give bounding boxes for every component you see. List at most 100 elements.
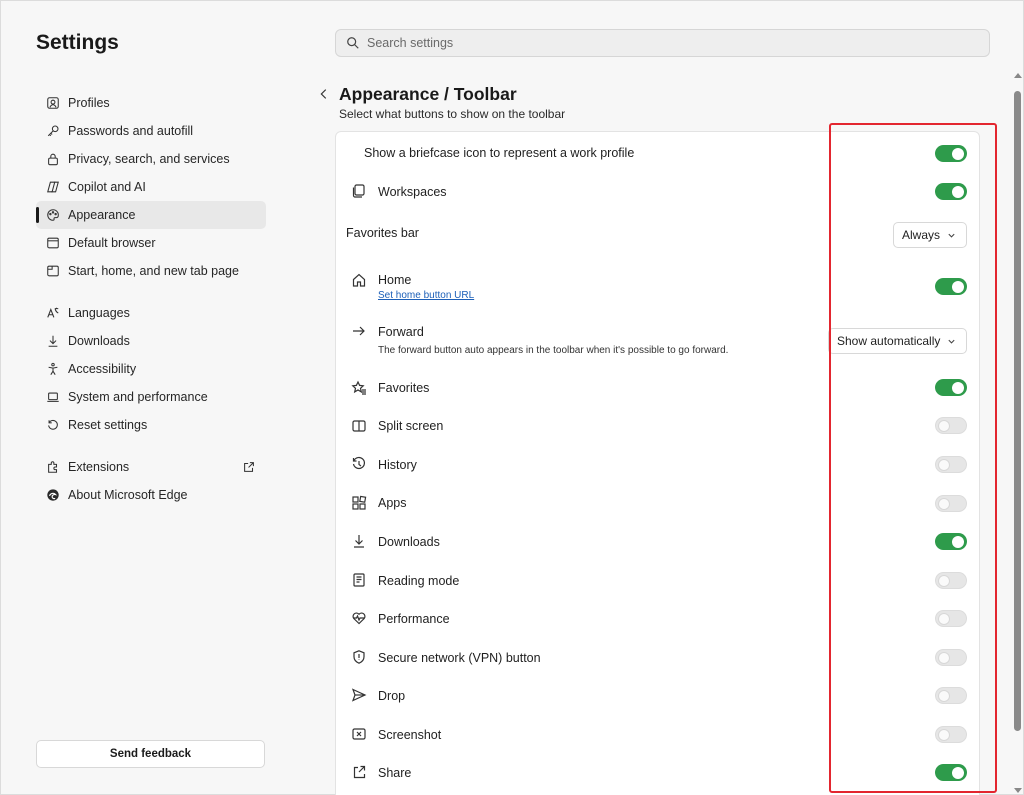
sidebar-item-start-home[interactable]: Start, home, and new tab page [36,257,266,285]
setting-row-favorites-bar: Favorites bar Always [336,210,981,267]
setting-label: Show a briefcase icon to represent a wor… [364,146,635,160]
setting-label: Downloads [378,535,440,549]
set-home-url-link[interactable]: Set home button URL [378,290,474,301]
apps-icon [351,495,367,511]
history-icon [351,456,367,472]
drop-toggle[interactable] [935,687,967,704]
split-screen-toggle[interactable] [935,417,967,434]
sidebar-item-downloads[interactable]: Downloads [36,327,266,355]
downloads-toggle[interactable] [935,533,967,550]
performance-heart-icon [351,610,367,626]
sidebar-item-profiles[interactable]: Profiles [36,89,266,117]
home-toggle[interactable] [935,278,967,295]
setting-label: Favorites bar [346,226,419,240]
main-scrollbar[interactable] [1013,73,1023,795]
sidebar-item-about[interactable]: About Microsoft Edge [36,481,266,509]
back-chevron-icon[interactable] [317,87,331,101]
setting-row-home: Home Set home button URL [336,267,981,317]
sidebar-item-passwords[interactable]: Passwords and autofill [36,117,266,145]
sidebar-nav: Profiles Passwords and autofill Privacy,… [36,89,266,509]
setting-row-downloads: Downloads [336,523,981,561]
setting-label: Performance [378,612,450,626]
setting-row-reading-mode: Reading mode [336,561,981,600]
vpn-toggle[interactable] [935,649,967,666]
setting-label: Secure network (VPN) button [378,651,541,665]
browser-icon [46,236,60,250]
sidebar-item-label: Extensions [68,460,130,474]
scroll-up-arrow-icon[interactable] [1014,73,1022,78]
sidebar-item-privacy[interactable]: Privacy, search, and services [36,145,266,173]
workspaces-toggle[interactable] [935,183,967,200]
briefcase-toggle[interactable] [935,145,967,162]
setting-label: Screenshot [378,728,442,742]
sidebar-item-copilot[interactable]: Copilot and AI [36,173,266,201]
setting-row-briefcase: Show a briefcase icon to represent a wor… [336,132,981,172]
performance-toggle[interactable] [935,610,967,627]
palette-icon [46,208,60,222]
search-icon [347,37,359,49]
setting-row-apps: Apps [336,484,981,523]
send-feedback-button[interactable]: Send feedback [36,740,265,768]
setting-row-share: Share [336,754,981,794]
sidebar-item-label: Reset settings [68,418,148,432]
select-value: Always [902,228,941,242]
setting-label: Share [378,766,412,780]
search-input[interactable]: Search settings [335,29,990,57]
sidebar-item-accessibility[interactable]: Accessibility [36,355,266,383]
scrollbar-thumb[interactable] [1014,91,1021,731]
copilot-icon [46,180,60,194]
reading-mode-toggle[interactable] [935,572,967,589]
sidebar-item-system[interactable]: System and performance [36,383,266,411]
page-title: Appearance / Toolbar [339,84,517,104]
sidebar-item-label: Passwords and autofill [68,124,194,138]
shield-icon [351,649,367,665]
setting-label: Split screen [378,419,444,433]
sidebar-item-label: Languages [68,306,130,320]
setting-row-vpn: Secure network (VPN) button [336,638,981,677]
setting-label: Drop [378,689,406,703]
setting-row-screenshot: Screenshot [336,715,981,754]
favorites-toggle[interactable] [935,379,967,396]
setting-row-history: History [336,446,981,484]
screenshot-toggle[interactable] [935,726,967,743]
setting-label: Forward [378,325,424,339]
lock-icon [46,152,60,166]
sidebar-item-label: About Microsoft Edge [68,488,188,502]
search-placeholder: Search settings [367,36,454,50]
setting-row-drop: Drop [336,677,981,715]
settings-window: Settings Profiles Passwords and autofill… [0,0,1024,795]
reset-icon [46,418,60,432]
share-icon [351,764,367,780]
select-value: Show automatically [837,334,941,348]
sidebar-item-appearance[interactable]: Appearance [36,201,266,229]
forward-select[interactable]: Show automatically [828,328,967,354]
setting-label: Home [378,273,412,287]
split-screen-icon [351,418,367,434]
sidebar-item-label: Profiles [68,96,110,110]
setting-row-forward: Forward The forward button auto appears … [336,317,981,369]
setting-label: Workspaces [378,185,447,199]
share-toggle[interactable] [935,764,967,781]
download-icon [46,334,60,348]
toolbar-settings-card: Show a briefcase icon to represent a wor… [335,131,980,795]
apps-toggle[interactable] [935,495,967,512]
setting-row-favorites: Favorites [336,369,981,407]
setting-label: Apps [378,496,407,510]
sidebar-item-extensions[interactable]: Extensions [36,453,266,481]
accessibility-icon [46,362,60,376]
sidebar-item-languages[interactable]: Languages [36,299,266,327]
language-icon [46,306,60,320]
sidebar-item-default-browser[interactable]: Default browser [36,229,266,257]
download-icon [351,533,367,549]
profile-icon [46,96,60,110]
sidebar-item-reset[interactable]: Reset settings [36,411,266,439]
sidebar-item-label: Appearance [68,208,136,222]
sidebar-item-label: Copilot and AI [68,180,146,194]
history-toggle[interactable] [935,456,967,473]
scroll-down-arrow-icon[interactable] [1014,788,1022,793]
favorites-bar-select[interactable]: Always [893,222,967,248]
setting-row-performance: Performance [336,600,981,638]
setting-row-split-screen: Split screen [336,407,981,446]
setting-label: History [378,458,417,472]
external-link-icon[interactable] [242,460,256,474]
